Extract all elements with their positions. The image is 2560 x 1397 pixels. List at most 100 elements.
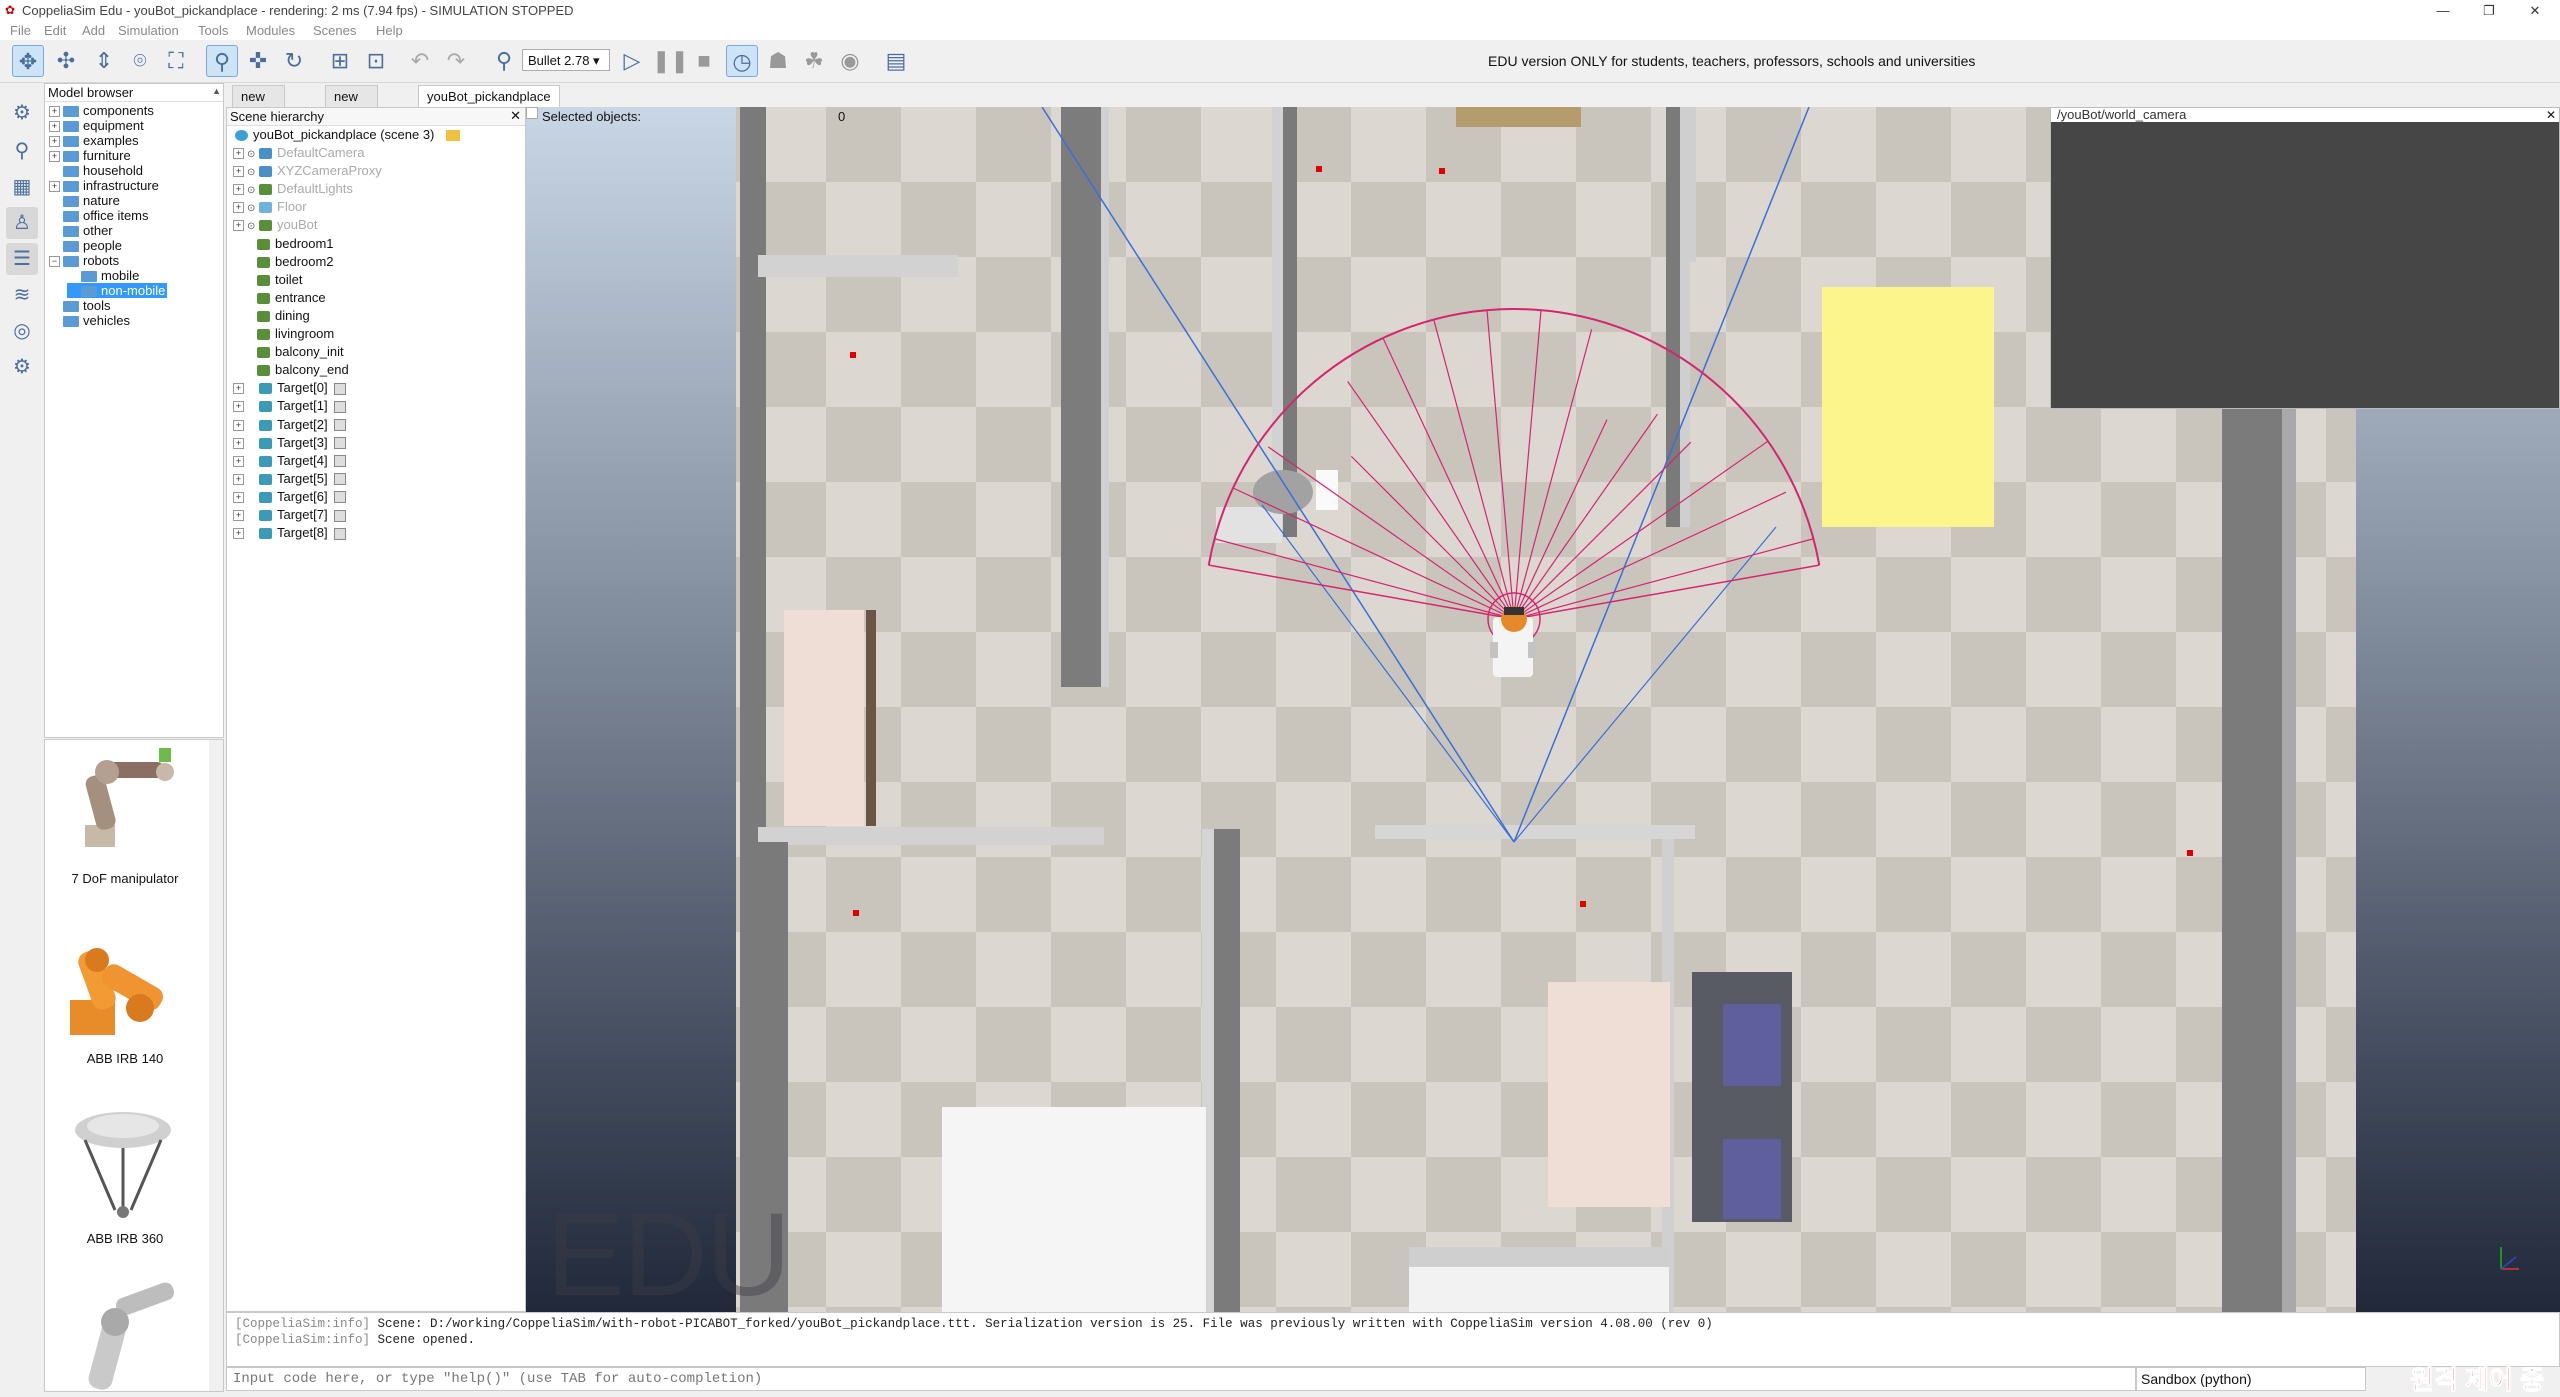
expand-icon[interactable]: + — [49, 151, 60, 163]
camera-angle-icon[interactable]: ⌾ — [124, 45, 156, 77]
zoom-view-icon[interactable]: ⇕ — [88, 45, 120, 77]
thumb-abb-irb-360[interactable]: ABB IRB 360 — [45, 1100, 205, 1280]
pan-view-icon[interactable]: ✥ — [12, 45, 44, 77]
expand-icon[interactable]: + — [49, 121, 60, 133]
thumb-abb-irb-140[interactable]: ABB IRB 140 — [45, 920, 205, 1100]
stop-simulation-icon[interactable]: ■ — [688, 45, 720, 77]
dynamics-icon[interactable]: ⚲ — [488, 45, 520, 77]
code-input[interactable]: Input code here, or type "help()" (use T… — [226, 1367, 2136, 1391]
close-button[interactable]: ✕ — [2512, 0, 2558, 22]
scene-object[interactable]: + ⊙ XYZCameraProxy — [233, 163, 382, 178]
model-folder[interactable]: +people — [49, 238, 122, 253]
scene-selector-icon[interactable]: ▤ — [880, 45, 912, 77]
scroll-up-icon[interactable]: ▲ — [212, 86, 221, 96]
scene-object[interactable]: + Target[3] — [233, 435, 346, 450]
scene-root[interactable]: youBot_pickandplace (scene 3) — [235, 127, 461, 142]
3d-viewport[interactable]: Selected objects: 0 EDU /youBot/world_ca… — [526, 107, 2560, 1312]
expand-icon[interactable]: − — [49, 256, 60, 268]
scene-object[interactable]: + Target[4] — [233, 453, 346, 468]
menu-add[interactable]: Add — [82, 23, 105, 38]
expand-icon[interactable]: + — [233, 437, 244, 449]
scene-object[interactable]: + Target[6] — [233, 489, 346, 504]
menu-modules[interactable]: Modules — [246, 23, 295, 38]
expand-icon[interactable]: + — [233, 473, 244, 485]
redo-icon[interactable]: ↷ — [440, 45, 472, 77]
pause-simulation-icon[interactable]: ❚❚ — [652, 45, 689, 77]
tab-new-scene-2[interactable]: new scene — [325, 85, 378, 125]
simulation-settings-icon[interactable]: ⚙ — [6, 97, 38, 129]
maximize-button[interactable]: ❐ — [2466, 0, 2512, 22]
layers-icon[interactable]: ≋ — [6, 279, 38, 311]
scene-object[interactable]: + Target[1] — [233, 398, 346, 413]
scene-object[interactable]: bedroom2 — [257, 254, 334, 269]
scene-object[interactable]: + ⊙ youBot — [233, 217, 317, 232]
object-rotate-icon[interactable]: ↻ — [278, 45, 310, 77]
menu-tools[interactable]: Tools — [198, 23, 228, 38]
slow-down-icon[interactable]: ☗ — [762, 45, 794, 77]
scene-object[interactable]: balcony_end — [257, 362, 349, 377]
scene-object[interactable]: + Target[5] — [233, 471, 346, 486]
expand-icon[interactable]: + — [233, 528, 244, 540]
scene-object[interactable]: bedroom1 — [257, 236, 334, 251]
menu-scenes[interactable]: Scenes — [313, 23, 356, 38]
fit-to-view-icon[interactable]: ⛶ — [160, 45, 192, 77]
thumbnail-scrollbar[interactable] — [209, 740, 223, 1391]
expand-icon[interactable]: + — [233, 383, 244, 395]
model-folder[interactable]: +vehicles — [49, 313, 130, 328]
scene-object[interactable]: + ⊙ Floor — [233, 199, 307, 214]
viewport-menu-icon[interactable] — [526, 107, 538, 119]
scene-object[interactable]: + ⊙ DefaultCamera — [233, 145, 364, 160]
close-camera-view-icon[interactable]: ✕ — [2546, 108, 2556, 122]
scene-object[interactable]: + Target[0] — [233, 380, 346, 395]
menu-help[interactable]: Help — [376, 23, 403, 38]
menu-file[interactable]: File — [10, 23, 31, 38]
menu-edit[interactable]: Edit — [44, 23, 66, 38]
model-folder[interactable]: + infrastructure — [49, 178, 159, 193]
scene-object[interactable]: toilet — [257, 272, 302, 287]
camera-floating-view[interactable]: /youBot/world_camera ✕ — [2050, 107, 2560, 409]
expand-icon[interactable]: + — [233, 202, 244, 214]
expand-icon[interactable]: + — [49, 136, 60, 148]
thumb-robot[interactable] — [45, 1280, 205, 1391]
scene-hierarchy-icon[interactable]: ☰ — [6, 243, 38, 275]
model-folder[interactable]: +mobile — [67, 268, 139, 283]
start-simulation-icon[interactable]: ▷ — [616, 45, 648, 77]
expand-icon[interactable]: + — [233, 184, 244, 196]
close-hierarchy-icon[interactable]: ✕ — [510, 108, 521, 124]
expand-icon[interactable]: + — [233, 148, 244, 160]
expand-icon[interactable]: + — [233, 491, 244, 503]
model-folder[interactable]: − robots — [49, 253, 119, 268]
model-browser-icon[interactable]: ♙ — [6, 207, 38, 239]
video-recorder-icon[interactable]: ◎ — [6, 315, 38, 347]
minimize-button[interactable]: — — [2420, 0, 2466, 22]
expand-icon[interactable]: + — [233, 220, 244, 232]
assemble-icon[interactable]: ⊞ — [324, 45, 356, 77]
thumb-7dof-manipulator[interactable]: 7 DoF manipulator — [45, 740, 205, 920]
sandbox-select[interactable]: Sandbox (python) — [2136, 1367, 2366, 1391]
object-select-icon[interactable]: ⚲ — [206, 45, 238, 77]
scene-object[interactable]: balcony_init — [257, 344, 344, 359]
threaded-rendering-icon[interactable]: ◉ — [834, 45, 866, 77]
expand-icon[interactable]: + — [233, 510, 244, 522]
rotate-view-icon[interactable]: ✣ — [50, 45, 82, 77]
model-folder[interactable]: +non-mobile — [67, 283, 168, 298]
object-shift-icon[interactable]: ✜ — [242, 45, 274, 77]
scene-object[interactable]: + Target[2] — [233, 417, 346, 432]
physics-engine-select[interactable]: Bullet 2.78 ▾ — [522, 49, 610, 71]
object-properties-icon[interactable]: ▦ — [6, 171, 38, 203]
scene-object[interactable]: + Target[7] — [233, 507, 346, 522]
scene-object[interactable]: dining — [257, 308, 310, 323]
undo-icon[interactable]: ↶ — [404, 45, 436, 77]
expand-icon[interactable]: + — [233, 455, 244, 467]
scene-object[interactable]: livingroom — [257, 326, 334, 341]
expand-icon[interactable]: + — [233, 401, 244, 413]
menu-simulation[interactable]: Simulation — [118, 23, 179, 38]
model-folder[interactable]: + furniture — [49, 148, 131, 163]
transfer-dna-icon[interactable]: ⊡ — [360, 45, 392, 77]
model-folder[interactable]: + components — [49, 103, 154, 118]
model-folder[interactable]: +office items — [49, 208, 149, 223]
model-folder[interactable]: +tools — [49, 298, 110, 313]
model-folder[interactable]: +household — [49, 163, 143, 178]
expand-icon[interactable]: + — [233, 419, 244, 431]
user-settings-icon[interactable]: ⚙ — [6, 351, 38, 383]
